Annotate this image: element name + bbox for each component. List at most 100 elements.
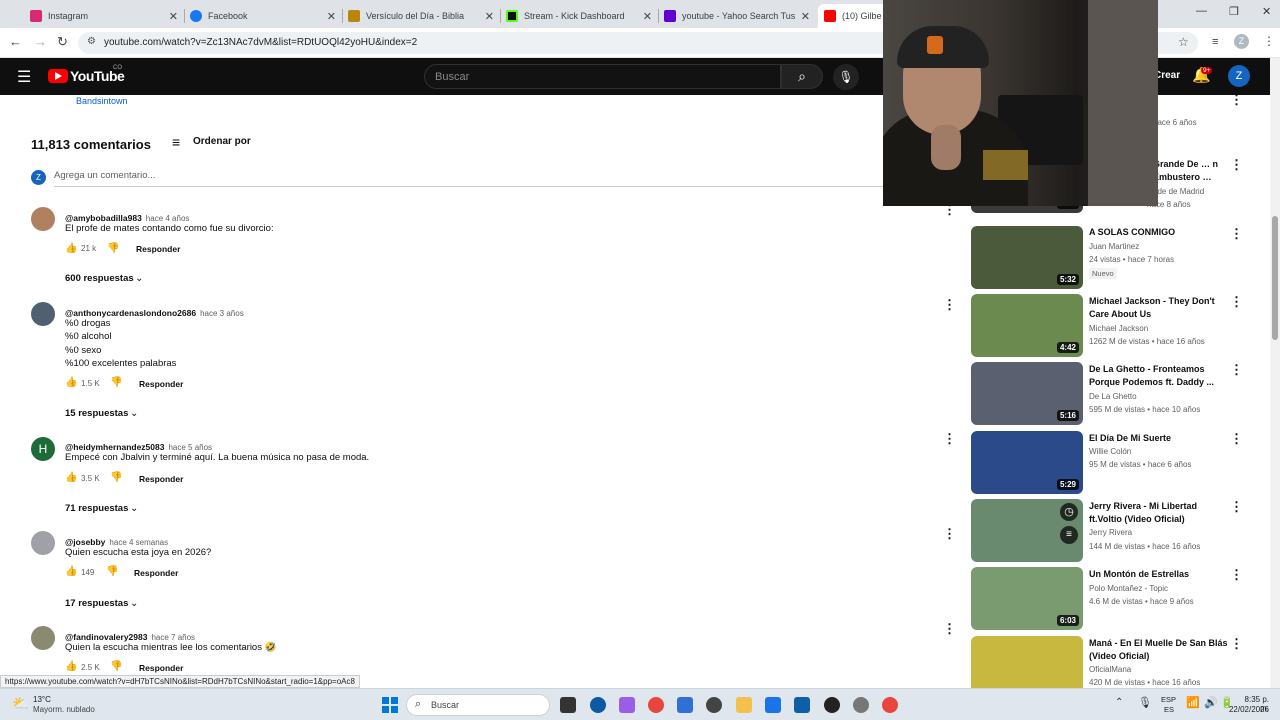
video-title[interactable]: Un Montón de Estrellas [1089, 568, 1229, 581]
chrome-icon-active[interactable] [882, 697, 898, 713]
chevron-up-icon[interactable]: ⌃ [1115, 697, 1123, 708]
chrome-icon[interactable] [648, 697, 664, 713]
video-thumbnail[interactable]: 5:29 [971, 431, 1083, 494]
video-thumbnail[interactable]: 4:42 [971, 294, 1083, 357]
mail-icon[interactable] [765, 697, 781, 713]
dislike-icon[interactable]: 👎 [106, 566, 118, 577]
tab-biblia[interactable]: Versículo del Día - Biblia ✕ [342, 4, 500, 28]
site-info-icon[interactable]: ⚙ [87, 36, 96, 47]
windows-start-icon[interactable] [382, 697, 398, 713]
sort-icon[interactable]: ≡ [172, 134, 180, 150]
reply-button[interactable]: Responder [139, 474, 183, 484]
dislike-icon[interactable]: 👎 [110, 472, 122, 483]
video-channel[interactable]: De La Ghetto [1089, 392, 1137, 401]
close-icon[interactable]: ✕ [327, 10, 336, 23]
language-top[interactable]: ESP [1161, 695, 1176, 704]
clock-date[interactable]: 22/02/2026 [1225, 705, 1269, 714]
comment-menu-icon[interactable]: ⋮ [943, 432, 956, 445]
window-close-icon[interactable]: ✕ [1262, 5, 1271, 18]
video-thumbnail[interactable]: 5:16 [971, 362, 1083, 425]
video-title[interactable]: Michael Jackson - They Don't Care About … [1089, 295, 1229, 321]
hamburger-menu-icon[interactable]: ☰ [17, 67, 31, 87]
reply-button[interactable]: Responder [139, 663, 183, 673]
video-menu-icon[interactable]: ⋮ [1230, 363, 1243, 376]
video-channel[interactable]: Juan Martinez [1089, 242, 1139, 251]
chevron-down-icon[interactable]: ⌄ [130, 503, 138, 514]
video-channel[interactable]: Jerry Rivera [1089, 528, 1132, 537]
like-icon[interactable]: 👍 [65, 243, 77, 254]
edge-icon[interactable] [590, 697, 606, 713]
close-icon[interactable]: ✕ [485, 10, 494, 23]
dislike-icon[interactable]: 👎 [110, 377, 122, 388]
menu-dots-icon[interactable]: ⋮ [1263, 34, 1275, 48]
sort-button[interactable]: Ordenar por [193, 136, 251, 147]
app-icon[interactable] [677, 697, 693, 713]
like-icon[interactable]: 👍 [65, 566, 77, 577]
video-menu-icon[interactable]: ⋮ [1230, 568, 1243, 581]
comment-time[interactable]: hace 4 semanas [109, 538, 168, 547]
comment-menu-icon[interactable]: ⋮ [943, 298, 956, 311]
comment-handle[interactable]: @josebby [65, 537, 105, 547]
comment-menu-icon[interactable]: ⋮ [943, 622, 956, 635]
search-button[interactable]: ⌕ [781, 64, 823, 89]
volume-icon[interactable]: 🔊 [1204, 696, 1218, 709]
video-menu-icon[interactable]: ⋮ [1230, 93, 1243, 106]
comment-time[interactable]: hace 3 años [200, 309, 244, 318]
profile-avatar[interactable]: Z [1234, 34, 1249, 49]
video-title[interactable]: Jerry Rivera - Mi Libertad ft.Voltio (Vi… [1089, 500, 1229, 526]
video-menu-icon[interactable]: ⋮ [1230, 637, 1243, 650]
task-view-icon[interactable] [560, 697, 576, 713]
add-comment-input[interactable]: Agrega un comentario... [54, 170, 155, 181]
replies-toggle[interactable]: 71 respuestas [65, 503, 128, 514]
language-bottom[interactable]: ES [1164, 705, 1174, 714]
bookmark-star-icon[interactable]: ☆ [1178, 35, 1189, 49]
extensions-icon[interactable]: ≡ [1212, 36, 1218, 48]
app-icon[interactable] [824, 697, 840, 713]
video-title[interactable]: De La Ghetto - Fronteamos Porque Podemos… [1089, 363, 1229, 389]
chevron-down-icon[interactable]: ⌄ [135, 273, 143, 284]
scrollbar-thumb[interactable] [1272, 216, 1278, 340]
video-title[interactable]: El Día De Mi Suerte [1089, 432, 1229, 445]
video-menu-icon[interactable]: ⋮ [1230, 227, 1243, 240]
video-thumbnail[interactable]: ◷ ≡ [971, 499, 1083, 562]
reply-button[interactable]: Responder [134, 568, 178, 578]
comment-time[interactable]: hace 7 años [151, 633, 195, 642]
store-icon[interactable] [794, 697, 810, 713]
watch-later-icon[interactable]: ◷ [1060, 503, 1078, 521]
video-menu-icon[interactable]: ⋮ [1230, 158, 1243, 171]
chevron-down-icon[interactable]: ⌄ [130, 598, 138, 609]
dislike-icon[interactable]: 👎 [110, 661, 122, 672]
account-avatar[interactable]: Z [1228, 65, 1250, 87]
search-input[interactable]: Buscar [424, 64, 781, 89]
video-channel[interactable]: nde de Madrid [1153, 187, 1204, 196]
dislike-icon[interactable]: 👎 [107, 243, 119, 254]
video-thumbnail[interactable] [971, 636, 1083, 688]
tab-instagram[interactable]: Instagram ✕ [24, 4, 184, 28]
close-icon[interactable]: ✕ [643, 10, 652, 23]
taskbar-search[interactable]: ⌕ Buscar [406, 694, 550, 716]
replies-toggle[interactable]: 15 respuestas [65, 408, 128, 419]
replies-toggle[interactable]: 600 respuestas [65, 273, 134, 284]
file-explorer-icon[interactable] [736, 697, 752, 713]
video-channel[interactable]: Michael Jackson [1089, 324, 1148, 333]
reply-button[interactable]: Responder [136, 244, 180, 254]
video-title[interactable]: Grande De … n Embustero … [1153, 158, 1225, 184]
youtube-logo-icon[interactable] [48, 69, 68, 83]
wifi-icon[interactable]: 📶 [1186, 696, 1200, 709]
forward-icon[interactable]: → [34, 34, 47, 49]
comment-handle[interactable]: @amybobadilla983 [65, 213, 142, 223]
sponsor-link[interactable]: Bandsintown [76, 96, 128, 106]
video-channel[interactable]: OficialMana [1089, 665, 1131, 674]
close-icon[interactable]: ✕ [169, 10, 178, 23]
comment-time[interactable]: hace 4 años [146, 214, 190, 223]
video-title[interactable]: A SOLAS CONMIGO [1089, 226, 1229, 239]
video-channel[interactable]: Polo Montañez - Topic [1089, 584, 1168, 593]
tab-facebook[interactable]: Facebook ✕ [184, 4, 342, 28]
video-menu-icon[interactable]: ⋮ [1230, 432, 1243, 445]
weather-temp[interactable]: 13°C [33, 695, 51, 704]
reply-button[interactable]: Responder [139, 379, 183, 389]
video-thumbnail[interactable]: 5:32 [971, 226, 1083, 289]
app-icon[interactable] [706, 697, 722, 713]
tab-kick[interactable]: Stream - Kick Dashboard ✕ [500, 4, 658, 28]
comment-time[interactable]: hace 5 años [168, 443, 212, 452]
